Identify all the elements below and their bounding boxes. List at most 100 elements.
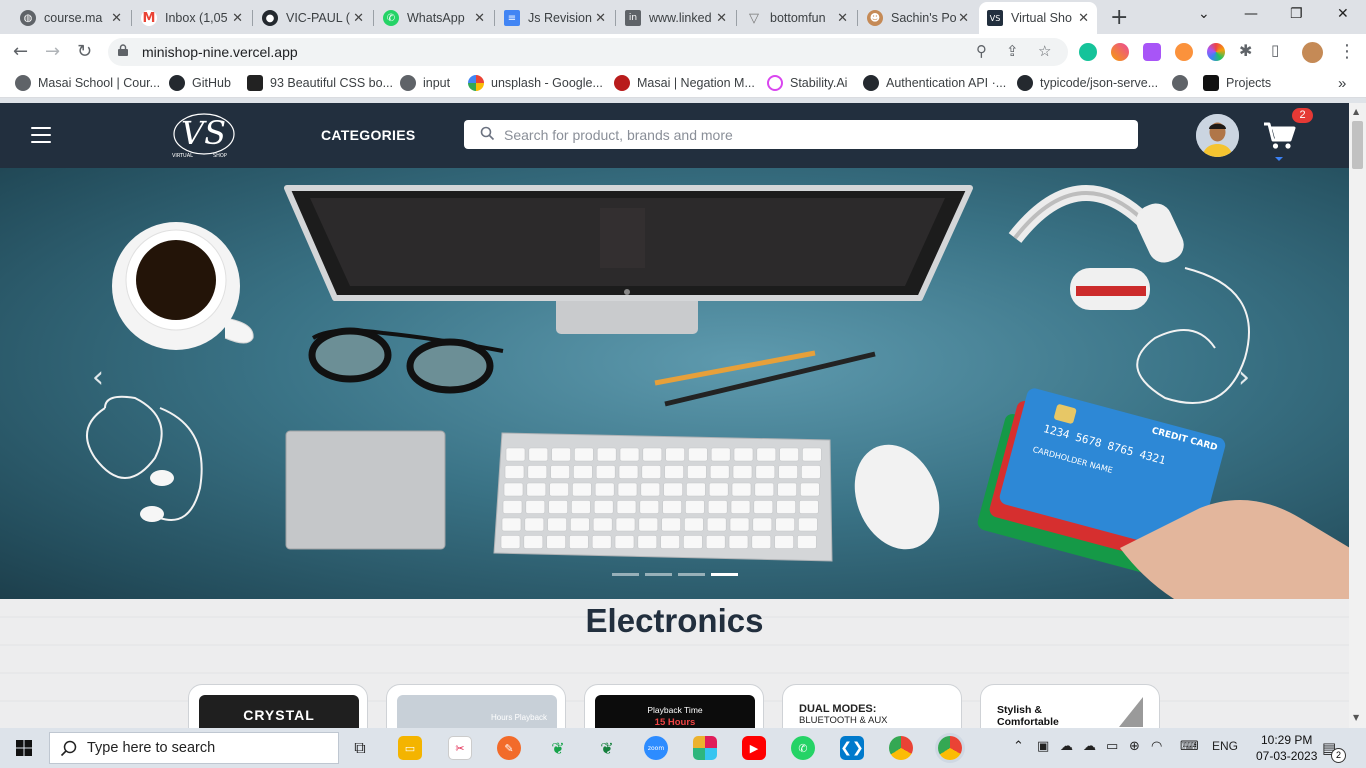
cloud-status-icon[interactable]: ☁: [1083, 739, 1096, 754]
carousel-dot-active[interactable]: [711, 573, 738, 576]
close-tab-icon[interactable]: ✕: [958, 11, 969, 26]
tab-github[interactable]: ● VIC-PAUL ( ✕: [254, 4, 372, 32]
scrollbar-thumb[interactable]: [1352, 121, 1363, 169]
tab-whatsapp[interactable]: ✆ WhatsApp ✕: [375, 4, 493, 32]
product-card[interactable]: DUAL MODES: BLUETOOTH & AUX: [782, 684, 962, 728]
site-header: VS VIRTUAL SHOP CATEGORIES 2: [0, 103, 1349, 168]
tab-linkedin[interactable]: in www.linked ✕: [617, 4, 735, 32]
product-card[interactable]: Hours Playback: [386, 684, 566, 728]
network-icon[interactable]: ⊕: [1129, 739, 1140, 754]
bookmark-globe[interactable]: [1172, 75, 1195, 91]
taskbar-search-box[interactable]: Type here to search: [49, 732, 339, 764]
close-tab-icon[interactable]: ✕: [1078, 11, 1089, 26]
mongodb-icon[interactable]: ❦: [546, 736, 570, 760]
hamburger-menu-icon[interactable]: [31, 127, 51, 143]
postman-icon[interactable]: ✎: [497, 736, 521, 760]
bookmark-negation[interactable]: Masai | Negation M...: [614, 75, 755, 91]
carousel-dot[interactable]: [678, 573, 705, 576]
minimize-icon[interactable]: —: [1244, 6, 1258, 22]
close-tab-icon[interactable]: ✕: [837, 11, 848, 26]
close-tab-icon[interactable]: ✕: [232, 11, 243, 26]
bookmark-star-icon[interactable]: ☆: [1038, 42, 1051, 60]
bookmark-input[interactable]: input: [400, 75, 450, 91]
bookmark-projects[interactable]: Projects: [1203, 75, 1271, 91]
windows-start-icon[interactable]: [16, 740, 32, 756]
url-text: minishop-nine.vercel.app: [142, 44, 298, 60]
reload-icon[interactable]: ↻: [77, 41, 92, 62]
forward-icon[interactable]: →: [45, 41, 60, 62]
mongodb-compass-icon[interactable]: ❦: [595, 736, 619, 760]
close-tab-icon[interactable]: ✕: [474, 11, 485, 26]
bookmark-masai[interactable]: Masai School | Cour...: [15, 75, 160, 91]
wifi-icon[interactable]: ◠: [1151, 739, 1162, 754]
bookmark-stability[interactable]: Stability.Ai: [767, 75, 847, 91]
address-bar[interactable]: minishop-nine.vercel.app ⚲ ⇪ ☆: [108, 38, 1068, 66]
scroll-up-icon[interactable]: ▲: [1353, 107, 1359, 116]
product-card[interactable]: Playback Time 15 Hours: [584, 684, 764, 728]
search-input[interactable]: [504, 120, 1124, 149]
more-bookmarks-icon[interactable]: »: [1338, 75, 1346, 92]
carousel-prev-icon[interactable]: ‹: [92, 360, 104, 395]
tab-sachin[interactable]: ☻ Sachin's Po ✕: [859, 4, 977, 32]
color-picker-icon[interactable]: [1111, 43, 1129, 61]
new-tab-icon[interactable]: +: [1110, 5, 1128, 30]
extension-purple-icon[interactable]: [1143, 43, 1161, 61]
tab-gmail[interactable]: M Inbox (1,05 ✕: [133, 4, 251, 32]
bookmark-json-server[interactable]: typicode/json-serve...: [1017, 75, 1158, 91]
tab-bottomfun[interactable]: ▽ bottomfun ✕: [738, 4, 856, 32]
chrome-active-icon[interactable]: [938, 736, 962, 760]
language-indicator[interactable]: ENG: [1212, 739, 1238, 753]
share-icon[interactable]: ⇪: [1006, 42, 1019, 60]
side-panel-icon[interactable]: ▯: [1271, 41, 1279, 59]
site-logo[interactable]: VS VIRTUAL SHOP: [168, 109, 238, 161]
zoom-icon[interactable]: zoom: [644, 736, 668, 760]
carousel-dot[interactable]: [612, 573, 639, 576]
profile-avatar[interactable]: [1302, 42, 1323, 63]
onedrive-icon[interactable]: ☁: [1060, 739, 1073, 754]
product-card[interactable]: CRYSTAL: [188, 684, 368, 728]
page-scrollbar[interactable]: ▲ ▼: [1349, 103, 1366, 728]
chrome-icon[interactable]: [889, 736, 913, 760]
maximize-icon[interactable]: ❐: [1290, 6, 1303, 22]
color-wheel-icon[interactable]: [1207, 43, 1225, 61]
tab-course[interactable]: ◍ course.ma ✕: [12, 4, 130, 32]
snipping-tool-icon[interactable]: ✂: [448, 736, 472, 760]
youtube-icon[interactable]: ▶: [742, 736, 766, 760]
slack-icon[interactable]: [693, 736, 717, 760]
tab-js-revision[interactable]: ≡ Js Revision ✕: [496, 4, 614, 32]
task-view-icon[interactable]: ⧉: [348, 736, 372, 760]
close-tab-icon[interactable]: ✕: [716, 11, 727, 26]
categories-button[interactable]: CATEGORIES: [321, 127, 416, 143]
whatsapp-icon[interactable]: ✆: [791, 736, 815, 760]
carousel-next-icon[interactable]: ›: [1238, 360, 1250, 395]
close-window-icon[interactable]: ✕: [1337, 6, 1349, 22]
file-explorer-icon[interactable]: ▭: [398, 736, 422, 760]
carousel-dot[interactable]: [645, 573, 672, 576]
extension-orange-icon[interactable]: [1175, 43, 1193, 61]
extensions-puzzle-icon[interactable]: ✱: [1239, 41, 1252, 60]
bookmark-auth-api[interactable]: Authentication API ·...: [863, 75, 1006, 91]
zoom-icon[interactable]: ⚲: [976, 42, 987, 60]
bookmark-github[interactable]: GitHub: [169, 75, 231, 91]
keyboard-icon[interactable]: ⌨: [1180, 739, 1199, 754]
close-tab-icon[interactable]: ✕: [353, 11, 364, 26]
device-icon[interactable]: ▣: [1037, 739, 1049, 754]
tab-search-icon[interactable]: ⌄: [1198, 6, 1210, 22]
close-tab-icon[interactable]: ✕: [595, 11, 606, 26]
battery-icon[interactable]: ▭: [1106, 739, 1118, 754]
product-caption: Playback Time: [647, 705, 703, 715]
tab-virtual-shop[interactable]: VS Virtual Sho ✕: [979, 2, 1097, 34]
user-avatar[interactable]: [1196, 114, 1239, 157]
grammarly-icon[interactable]: [1079, 43, 1097, 61]
back-icon[interactable]: ←: [13, 41, 28, 62]
bookmark-unsplash[interactable]: unsplash - Google...: [468, 75, 603, 91]
cart-icon[interactable]: [1263, 121, 1297, 151]
show-hidden-icons-icon[interactable]: ⌃: [1013, 739, 1024, 754]
clock[interactable]: 10:29 PM 07-03-2023: [1256, 732, 1317, 764]
vscode-icon[interactable]: ❮❯: [840, 736, 864, 760]
bookmark-css-buttons[interactable]: 93 Beautiful CSS bo...: [247, 75, 393, 91]
product-card[interactable]: Stylish & Comfortable: [980, 684, 1160, 728]
scroll-down-icon[interactable]: ▼: [1353, 713, 1359, 722]
menu-kebab-icon[interactable]: ⋮: [1338, 41, 1356, 62]
close-tab-icon[interactable]: ✕: [111, 11, 122, 26]
